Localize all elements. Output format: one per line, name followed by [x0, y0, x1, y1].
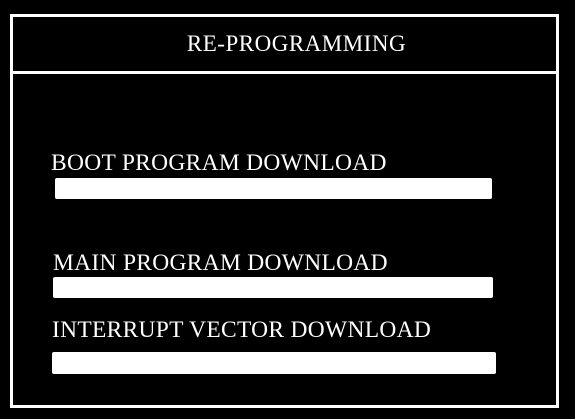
interrupt-vector-download-progress-bar — [52, 352, 496, 374]
interrupt-vector-download-progress-fill — [52, 352, 496, 374]
main-download-label: MAIN PROGRAM DOWNLOAD — [53, 250, 388, 275]
main-download-progress-bar — [53, 277, 493, 298]
boot-download-progress-bar — [55, 178, 492, 199]
boot-download-label: BOOT PROGRAM DOWNLOAD — [51, 150, 387, 175]
reprogramming-panel: RE-PROGRAMMING — [10, 14, 559, 408]
page-title: RE-PROGRAMMING — [186, 31, 407, 56]
interrupt-vector-download-label: INTERRUPT VECTOR DOWNLOAD — [52, 317, 432, 342]
main-download-progress-fill — [53, 277, 493, 298]
title-bar: RE-PROGRAMMING — [13, 17, 556, 74]
boot-download-progress-fill — [55, 178, 492, 199]
reprogramming-screen: RE-PROGRAMMING BOOT PROGRAM DOWNLOAD MAI… — [0, 0, 575, 419]
